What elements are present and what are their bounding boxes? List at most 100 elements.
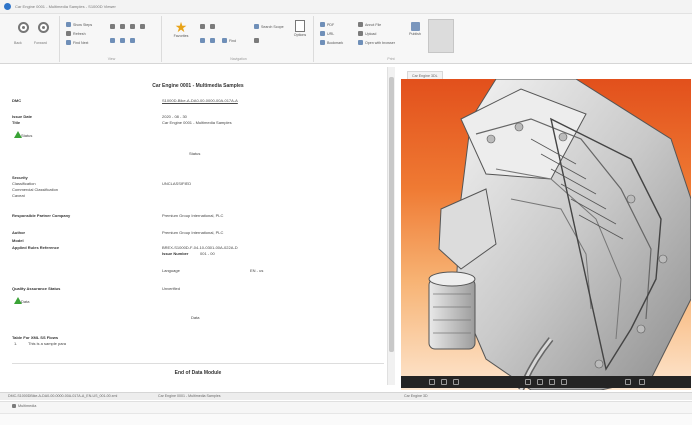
reset-button[interactable] [120, 38, 127, 43]
zoom-in-icon [110, 24, 115, 29]
bookmark-button[interactable]: Bookmark [320, 40, 343, 45]
classification-value: UNCLASSIFIED [162, 181, 192, 186]
end-of-data-module: End of Data Module [174, 370, 222, 376]
back-label: Back [14, 41, 22, 45]
find-icon [66, 40, 71, 45]
viewer-play-icon[interactable] [525, 379, 531, 385]
show-steps-button[interactable]: Show Steps [66, 22, 92, 27]
back-button[interactable] [18, 22, 29, 33]
fit-icon [110, 38, 115, 43]
find-all-button[interactable] [254, 38, 261, 43]
tab-3d-viewer[interactable]: Car Engine 3DL [407, 71, 443, 79]
search-button[interactable] [200, 38, 207, 43]
fit-button[interactable] [110, 38, 117, 43]
scope-icon [254, 24, 259, 29]
find-button[interactable]: Find [222, 38, 236, 43]
bookmark-icon [320, 40, 325, 45]
status-viewer-title: Car Engine 3D [404, 394, 428, 398]
pan-icon [130, 24, 135, 29]
pan-button[interactable] [130, 24, 137, 29]
caveat-label: Caveat [12, 193, 25, 198]
viewer-rotate-icon[interactable] [441, 379, 447, 385]
bottom-tab-strip: Multimedia [0, 401, 692, 413]
search-scope-button[interactable]: Search Scope [254, 24, 284, 29]
publish-button[interactable]: Publish [406, 22, 424, 36]
viewer-step-icon[interactable] [537, 379, 543, 385]
language-label: Language [162, 268, 180, 273]
ribbon-group-navigation: Back Forward [4, 16, 60, 62]
multimedia-icon [12, 404, 16, 408]
applied-rules-value: BREX-S1000D-F-04-10-0301-00A-022A-D [162, 245, 238, 250]
browser-icon [358, 40, 363, 45]
viewer-home-icon[interactable] [429, 379, 435, 385]
find-icon [222, 38, 227, 43]
page-icon [295, 20, 305, 32]
data-heading: Data [191, 315, 200, 320]
view-group-label: View [107, 57, 116, 61]
zoom-out-button[interactable] [120, 24, 127, 29]
open-browser-button[interactable]: Open with browser [358, 40, 395, 45]
print-button[interactable] [210, 38, 217, 43]
status-doc-title: Car Engine 0001 - Multimedia Samples [158, 394, 221, 398]
next-button[interactable] [210, 24, 217, 29]
viewer-pan-icon[interactable] [453, 379, 459, 385]
engine-model-image [428, 79, 691, 390]
rpc-value: Premium Group International, PLC [162, 213, 224, 218]
options-button[interactable]: Options [290, 20, 310, 37]
window-title: Car Engine 0001 - Multimedia Samples - S… [15, 4, 116, 9]
3d-viewer-canvas[interactable] [401, 79, 691, 390]
viewer-fullscreen-icon[interactable] [639, 379, 645, 385]
author-value: Premium Group International, PLC [162, 230, 224, 235]
app-icon [4, 3, 11, 10]
viewer-explode-icon[interactable] [561, 379, 567, 385]
doc-scrollbar[interactable] [387, 67, 395, 385]
annot-file-button[interactable]: Annot File [358, 22, 381, 27]
upload-button[interactable]: Upload [358, 31, 376, 36]
measure-icon [130, 38, 135, 43]
issue-number-label: Issue Number [162, 251, 189, 256]
doc-title: Car Engine 0001 - Multimedia Samples [152, 83, 244, 89]
measure-button[interactable] [130, 38, 137, 43]
prev-button[interactable] [200, 24, 207, 29]
doc-scroll-thumb[interactable] [389, 77, 394, 352]
end-divider [12, 363, 384, 364]
annot-icon [358, 22, 363, 27]
issue-number-value: 001 - 00 [200, 251, 215, 256]
rotate-button[interactable] [140, 24, 147, 29]
refresh-button[interactable]: Refresh [66, 31, 86, 36]
issue-date-label: Issue Date [12, 114, 33, 119]
status-file-path: DMC-S1000DBike-A-DA0-00-0000-00A-017A-A_… [8, 394, 118, 398]
table-row-text: This is a sample para [28, 341, 67, 346]
viewer-settings-icon[interactable] [625, 379, 631, 385]
pdf-button[interactable]: PDF [320, 22, 334, 27]
list-icon [254, 38, 259, 43]
table-heading: Table For XML SS Flows [12, 335, 59, 340]
security-label: Security [12, 175, 28, 180]
viewer-stop-icon[interactable] [549, 379, 555, 385]
zoom-out-icon [120, 24, 125, 29]
ribbon-toolbar: Back Forward Show Steps Refresh Find Nex… [0, 14, 692, 64]
model-label: Model [12, 238, 24, 243]
status-label: Status [21, 133, 33, 138]
reset-icon [120, 38, 125, 43]
ribbon-group-print: PDF URL Bookmark Annot File Upload Open … [316, 16, 466, 62]
zoom-in-button[interactable] [110, 24, 117, 29]
favorites-button[interactable]: ★ Favorites [170, 20, 192, 38]
url-button[interactable]: URL [320, 31, 334, 36]
viewer-toolbar [401, 376, 691, 388]
status-bar: DMC-S1000DBike-A-DA0-00-0000-00A-017A-A_… [0, 392, 692, 400]
tab-multimedia[interactable]: Multimedia [12, 404, 36, 408]
refresh-icon [66, 31, 71, 36]
search-icon [200, 38, 205, 43]
forward-button[interactable] [38, 22, 49, 33]
qa-label: Quality Assurance Status [12, 286, 61, 291]
language-value: EN - us [250, 268, 264, 273]
find-next-button[interactable]: Find Next [66, 40, 88, 45]
bottom-strip [0, 413, 692, 425]
dmc-value-link[interactable]: S1000D-Bike-A-DA0-00-0000-00A-017A-A [162, 98, 238, 103]
steps-icon [66, 22, 71, 27]
publish-icon [410, 22, 420, 31]
commercial-classification-label: Commercial Classification [12, 187, 59, 192]
active-tool-button[interactable] [428, 19, 454, 53]
classification-label: Classification [12, 181, 36, 186]
